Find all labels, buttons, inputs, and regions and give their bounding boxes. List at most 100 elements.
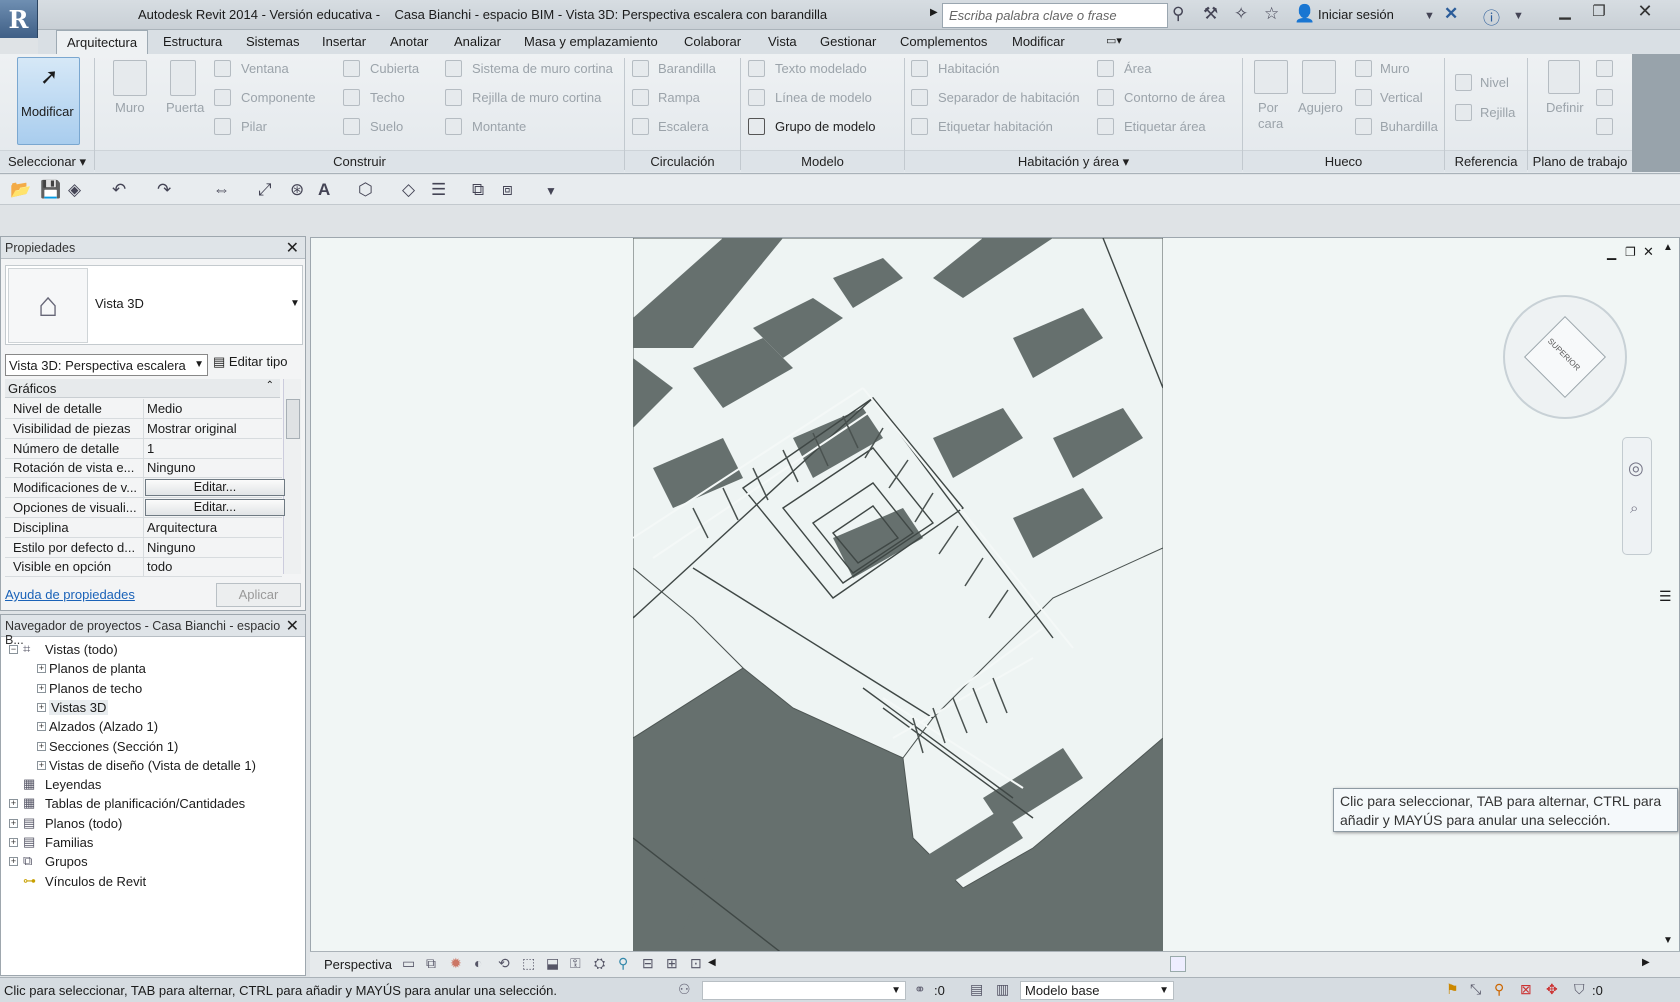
application-menu-button[interactable]: R [0,0,38,38]
tree-node[interactable]: Grupos [45,854,88,869]
expand-icon[interactable]: + [9,838,18,847]
model-text-button[interactable]: Texto modelado [775,61,867,76]
save-icon[interactable]: 💾 [40,180,61,200]
editable-only-icon[interactable]: ⚭ [914,981,926,998]
tab-analizar[interactable]: Analizar [454,34,501,49]
column-button[interactable]: Pilar [241,119,267,134]
tab-masa[interactable]: Masa y emplazamiento [524,34,658,49]
tree-node[interactable]: Vistas (todo) [45,642,118,657]
drag-on-selection-icon[interactable]: ✥ [1546,981,1558,998]
grid-button[interactable]: Rejilla [1480,105,1515,120]
scroll-down-icon[interactable]: ▼ [1663,935,1673,946]
room-separator-button[interactable]: Separador de habitación [938,90,1080,105]
view-close-icon[interactable]: ✕ [1643,244,1654,260]
scroll-right-icon[interactable]: ▶ [1642,957,1650,968]
select-underlay-icon[interactable]: ⤡ [1470,981,1481,998]
ceiling-button[interactable]: Techo [370,90,405,105]
ribbon-options-icon[interactable]: ▭▾ [1106,34,1122,47]
railing-button[interactable]: Barandilla [658,61,716,76]
scroll-left-icon[interactable]: ◀ [708,957,716,968]
scroll-up-icon[interactable]: ▲ [1663,242,1673,253]
room-button[interactable]: Habitación [938,61,999,76]
stair-3d-model[interactable] [633,238,1163,954]
constraints-icon[interactable]: ⊡ [690,955,702,972]
expand-icon[interactable]: + [37,722,46,732]
filter-icon[interactable]: ⛉ [1574,981,1585,998]
expand-icon[interactable]: + [37,702,46,712]
expand-icon[interactable]: + [37,741,46,751]
crop-view-icon[interactable]: ⬚ [522,955,535,972]
worksets-icon[interactable]: ⚇ [678,981,691,998]
dormer-button[interactable]: Buhardilla [1380,119,1438,134]
stair-button[interactable]: Escalera [658,119,709,134]
visual-style-icon[interactable]: ⧉ [426,955,436,972]
model-line-button[interactable]: Línea de modelo [775,90,872,105]
curtain-system-button[interactable]: Sistema de muro cortina [472,61,613,76]
render-icon[interactable]: ⟲ [498,955,510,972]
tab-arquitectura[interactable]: Arquitectura [56,30,149,56]
expand-icon[interactable]: + [9,857,18,867]
tree-node[interactable]: Vistas 3D [49,699,109,715]
unlock-view-icon[interactable]: ⚿ [570,955,581,972]
edit-button[interactable]: Editar... [145,499,285,516]
temp-view-props-icon[interactable]: ⊟ [642,955,654,972]
property-row[interactable]: Modificaciones de v... Editar... [5,478,285,499]
help-dropdown-icon[interactable]: ▼ [1513,10,1524,22]
roof-button[interactable]: Cubierta [370,61,419,76]
window-button[interactable]: Ventana [241,61,289,76]
favorites-star-icon[interactable]: ☆ [1264,4,1279,24]
property-value[interactable]: Arquitectura [147,520,217,535]
tab-gestionar[interactable]: Gestionar [820,34,876,49]
wall-opening-button[interactable]: Muro [1380,61,1410,76]
show-workplane-icon[interactable] [1596,60,1613,77]
expand-icon[interactable]: + [37,760,46,770]
edit-button[interactable]: Editar... [145,479,285,497]
property-row[interactable]: Estilo por defecto d... Ninguno [5,537,282,558]
mullion-button[interactable]: Montante [472,119,526,134]
undo-icon[interactable]: ↶ [112,180,126,200]
binoculars-icon[interactable]: ⚲ [1172,4,1184,24]
search-expand-icon[interactable]: ▶ [930,7,938,18]
exchange-apps-icon[interactable]: ✕ [1444,4,1458,24]
open-icon[interactable]: 📂 [10,180,31,200]
subscription-icon[interactable]: ⚒ [1203,4,1218,24]
workset-dropdown[interactable]: ▼ [702,981,906,1000]
property-value[interactable]: 1 [147,441,154,456]
tree-node[interactable]: Tablas de planificación/Cantidades [45,796,245,811]
tab-sistemas[interactable]: Sistemas [246,34,299,49]
tab-colaborar[interactable]: Colaborar [684,34,741,49]
collapse-icon[interactable]: − [9,645,18,654]
set-workplane-button[interactable]: Definir [1546,100,1584,115]
instance-filter-dropdown[interactable]: Vista 3D: Perspectiva escalera ▼ [5,354,208,376]
apply-button[interactable]: Aplicar [216,583,301,607]
tab-vista[interactable]: Vista [768,34,797,49]
restore-button[interactable]: ❐ [1582,0,1616,22]
view-cube[interactable]: SUPERIOR [1503,295,1627,419]
tree-node[interactable]: Vínculos de Revit [45,874,146,889]
curtain-grid-button[interactable]: Rejilla de muro cortina [472,90,601,105]
reveal-hidden-icon[interactable]: ⚲ [618,955,628,972]
close-icon[interactable]: ✕ [286,616,299,636]
tab-anotar[interactable]: Anotar [390,34,428,49]
tree-node[interactable]: Familias [45,835,93,850]
property-value[interactable]: Ninguno [147,460,195,475]
tree-node[interactable]: Leyendas [45,777,101,792]
help-icon[interactable]: ⓘ [1483,4,1500,29]
temporary-hide-icon[interactable]: ⛭ [594,955,605,972]
area-button[interactable]: Área [1124,61,1151,76]
tab-complementos[interactable]: Complementos [900,34,987,49]
expand-icon[interactable]: + [37,664,46,674]
area-boundary-button[interactable]: Contorno de área [1124,90,1225,105]
edit-type-button[interactable]: ▤ Editar tipo [213,354,287,370]
search-input[interactable]: Escriba palabra clave o frase [942,3,1168,28]
model-group-button[interactable]: Grupo de modelo [775,119,875,134]
shadows-icon[interactable]: ◐ [474,955,482,971]
tab-estructura[interactable]: Estructura [163,34,222,49]
horizontal-scroll-thumb[interactable] [1170,956,1186,972]
level-button[interactable]: Nivel [1480,75,1509,90]
tree-node[interactable]: Planos de planta [49,661,146,676]
tag-icon[interactable]: ⊛ [290,180,304,200]
tab-insertar[interactable]: Insertar [322,34,366,49]
design-options-icon[interactable]: ▤ [970,981,983,998]
customize-qat-icon[interactable]: ▼ [545,184,557,198]
